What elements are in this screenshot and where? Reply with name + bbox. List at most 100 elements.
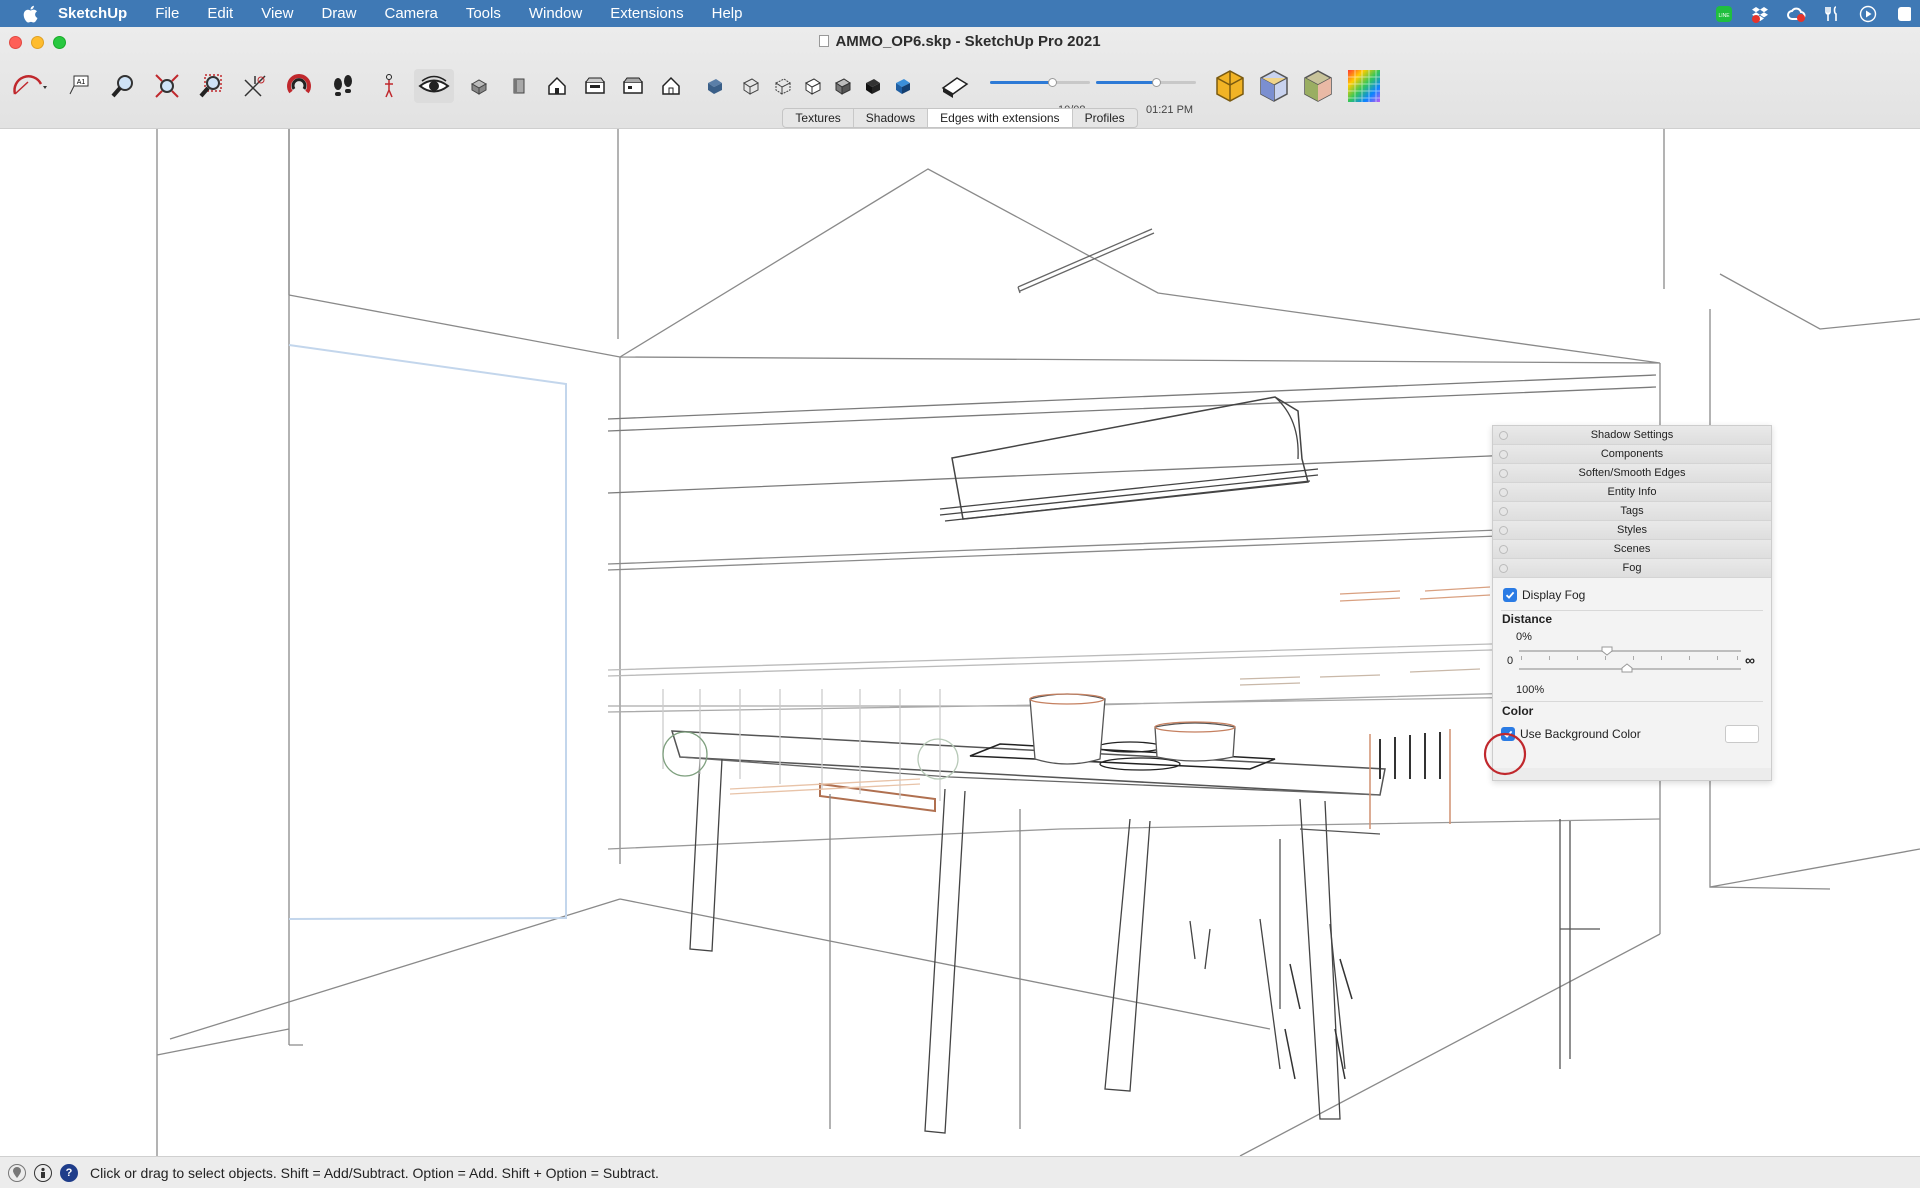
fog-end-handle[interactable] [1621,663,1633,673]
components-button[interactable] [1210,66,1250,106]
tab-edges-with-extensions[interactable]: Edges with extensions [928,109,1073,127]
creative-cloud-icon[interactable] [1786,4,1806,24]
tray-section-styles[interactable]: Styles [1493,521,1771,540]
zoom-tool-button[interactable] [106,69,140,103]
collapse-dot-icon [1499,564,1508,573]
tray-section-shadow-settings[interactable]: Shadow Settings [1493,426,1771,445]
wireframe-style-button[interactable] [766,69,800,103]
look-around-button[interactable] [372,69,406,103]
collapse-dot-icon [1499,450,1508,459]
tick [1737,656,1738,660]
tray-section-fog[interactable]: Fog [1493,559,1771,578]
materials-button[interactable] [1298,66,1338,106]
tab-profiles[interactable]: Profiles [1073,109,1137,127]
look-around-eye-button[interactable] [414,69,454,103]
window-titlebar: AMMO_OP6.skp - SketchUp Pro 2021 A1 01:2… [0,27,1920,129]
tray-section-label: Fog [1622,562,1642,574]
tab-textures[interactable]: Textures [783,109,854,127]
section-plane-button[interactable] [936,69,974,103]
tray-section-soften-smooth-edges[interactable]: Soften/Smooth Edges [1493,464,1771,483]
status-message: Click or drag to select objects. Shift =… [90,1164,659,1181]
tray-section-label: Tags [1620,505,1644,517]
menu-window[interactable]: Window [515,5,596,22]
orbit-tool-button[interactable] [282,69,316,103]
model-viewport[interactable]: Shadow Settings Components Soften/Smooth… [0,129,1920,1156]
menu-view[interactable]: View [247,5,307,22]
default-tray-panel: Shadow Settings Components Soften/Smooth… [1492,425,1772,781]
menu-edit[interactable]: Edit [193,5,247,22]
apple-icon[interactable] [20,3,42,25]
fog-start-value: 0% [1516,631,1532,643]
hidden-line-style-button[interactable] [796,69,830,103]
menu-draw[interactable]: Draw [307,5,370,22]
date-slider-fill [990,81,1052,84]
monochrome-style-button[interactable] [886,69,920,103]
top-view-button[interactable] [502,69,536,103]
dropbox-icon[interactable] [1750,4,1770,24]
position-camera-button[interactable] [238,69,272,103]
line-icon[interactable]: LINE [1714,4,1734,24]
shaded-style-button[interactable] [826,69,860,103]
main-toolbar: A1 01:21 PM [0,61,1920,116]
menu-tools[interactable]: Tools [452,5,515,22]
menu-file[interactable]: File [141,5,193,22]
window-title-text: AMMO_OP6.skp - SketchUp Pro 2021 [835,33,1101,50]
xray-style-button[interactable] [698,69,732,103]
instructor-help-icon[interactable]: ? [60,1163,78,1182]
collapse-dot-icon [1499,507,1508,516]
window-title: AMMO_OP6.skp - SketchUp Pro 2021 [0,33,1920,50]
tray-section-label: Styles [1617,524,1647,536]
tray-section-entity-info[interactable]: Entity Info [1493,483,1771,502]
tab-shadows[interactable]: Shadows [854,109,929,127]
collapse-dot-icon [1499,545,1508,554]
play-icon[interactable] [1858,4,1878,24]
distance-heading: Distance [1502,612,1553,626]
styles-panel-button[interactable] [1254,66,1294,106]
shaded-textures-style-button[interactable] [856,69,890,103]
back-view-button[interactable] [616,69,650,103]
credits-icon[interactable] [34,1163,52,1182]
tray-section-label: Shadow Settings [1590,429,1674,441]
zoom-extents-button[interactable] [150,69,184,103]
user-icon[interactable] [1894,4,1914,24]
divider [1501,701,1763,702]
style-tabs: Textures Shadows Edges with extensions P… [0,108,1920,128]
walk-tool-button[interactable] [326,69,360,103]
arc-tool-button[interactable] [8,69,54,103]
menu-extensions[interactable]: Extensions [596,5,697,22]
text-tool-button[interactable]: A1 [62,69,96,103]
tray-section-scenes[interactable]: Scenes [1493,540,1771,559]
collapse-dot-icon [1499,431,1508,440]
time-slider[interactable] [1096,77,1196,97]
geo-location-icon[interactable] [8,1163,26,1182]
tick [1521,656,1522,660]
tray-section-components[interactable]: Components [1493,445,1771,464]
time-slider-knob[interactable] [1152,78,1161,87]
colors-button[interactable] [1344,66,1384,106]
tick [1717,656,1718,660]
zoom-window-tool-button[interactable] [194,69,228,103]
date-slider[interactable] [990,77,1090,97]
tools-icon[interactable] [1822,4,1842,24]
right-view-button[interactable] [578,69,612,103]
date-slider-knob[interactable] [1048,78,1057,87]
tray-section-tags[interactable]: Tags [1493,502,1771,521]
fog-distance-slider[interactable] [1519,646,1741,674]
fog-color-swatch[interactable] [1725,725,1759,743]
display-fog-checkbox[interactable] [1503,588,1517,602]
tick [1661,656,1662,660]
fog-start-track [1519,650,1741,652]
scale-max-label: ∞ [1745,652,1755,668]
app-menu[interactable]: SketchUp [58,5,141,22]
fog-start-handle[interactable] [1601,646,1613,656]
left-view-button[interactable] [654,69,688,103]
iso-view-button[interactable] [462,69,496,103]
fog-panel: Display Fog Distance 0% 0 ∞ 100% Color U… [1493,578,1771,768]
menu-help[interactable]: Help [698,5,757,22]
menu-camera[interactable]: Camera [370,5,451,22]
style-tab-group: Textures Shadows Edges with extensions P… [782,108,1138,128]
tick [1689,656,1690,660]
back-edges-style-button[interactable] [734,69,768,103]
front-view-button[interactable] [540,69,574,103]
tray-section-label: Soften/Smooth Edges [1578,467,1686,479]
